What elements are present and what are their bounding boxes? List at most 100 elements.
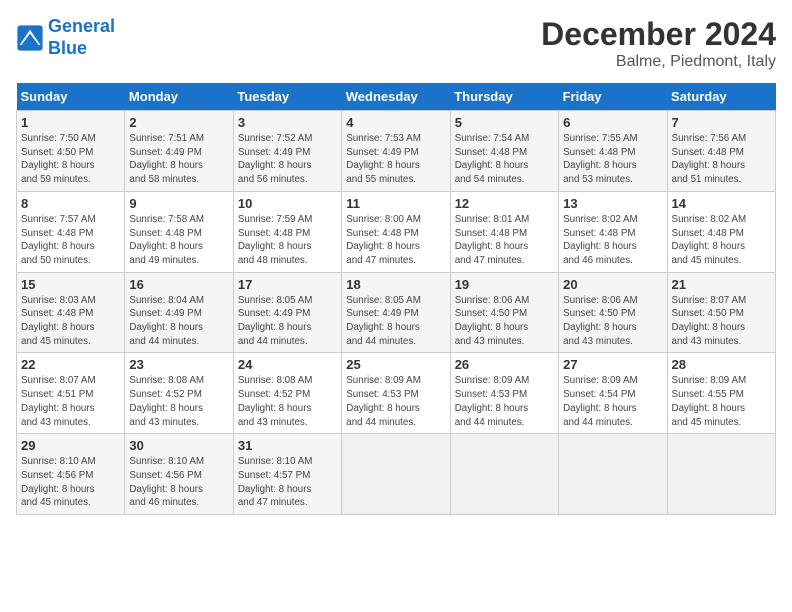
day-detail: Sunrise: 7:55 AMSunset: 4:48 PMDaylight:… [563,132,662,187]
calendar-week-row: 8 Sunrise: 7:57 AMSunset: 4:48 PMDaylight… [17,191,776,272]
calendar-cell: 23Sunrise: 8:08 AMSunset: 4:52 PMDayligh… [125,353,233,434]
calendar-cell: 30 Sunrise: 8:10 AMSunset: 4:56 PMDayligh… [125,434,233,515]
calendar-cell: 21 Sunrise: 8:07 AMSunset: 4:50 PMDayligh… [667,272,775,353]
day-number: 18 [346,277,445,292]
day-detail: Sunrise: 8:02 AMSunset: 4:48 PMDaylight:… [672,213,771,268]
calendar-cell: 7 Sunrise: 7:56 AMSunset: 4:48 PMDaylight… [667,111,775,192]
calendar-cell: 16 Sunrise: 8:04 AMSunset: 4:49 PMDayligh… [125,272,233,353]
weekday-header: Friday [559,83,667,111]
day-detail: Sunrise: 7:53 AMSunset: 4:49 PMDaylight:… [346,132,445,187]
day-number: 6 [563,115,662,130]
day-number: 27 [563,357,662,372]
day-detail: Sunrise: 8:08 AMSunset: 4:52 PMDaylight:… [238,374,337,429]
calendar-cell: 4 Sunrise: 7:53 AMSunset: 4:49 PMDaylight… [342,111,450,192]
weekday-header: Saturday [667,83,775,111]
calendar-cell: 17Sunrise: 8:05 AMSunset: 4:49 PMDayligh… [233,272,341,353]
calendar-table: SundayMondayTuesdayWednesdayThursdayFrid… [16,83,776,515]
day-detail: Sunrise: 8:10 AMSunset: 4:57 PMDaylight:… [238,455,337,510]
day-number: 14 [672,196,771,211]
logo: GeneralBlue [16,16,115,59]
day-detail: Sunrise: 8:01 AMSunset: 4:48 PMDaylight:… [455,213,554,268]
calendar-cell: 29 Sunrise: 8:10 AMSunset: 4:56 PMDayligh… [17,434,125,515]
title-block: December 2024 Balme, Piedmont, Italy [541,16,776,71]
calendar-cell: 2 Sunrise: 7:51 AMSunset: 4:49 PMDaylight… [125,111,233,192]
calendar-cell: 5Sunrise: 7:54 AMSunset: 4:48 PMDaylight… [450,111,558,192]
day-number: 15 [21,277,120,292]
logo-text: GeneralBlue [48,16,115,59]
weekday-header: Monday [125,83,233,111]
calendar-cell: 14 Sunrise: 8:02 AMSunset: 4:48 PMDayligh… [667,191,775,272]
day-number: 20 [563,277,662,292]
day-number: 1 [21,115,120,130]
logo-icon [16,24,44,52]
day-detail: Sunrise: 8:04 AMSunset: 4:49 PMDaylight:… [129,294,228,349]
page-subtitle: Balme, Piedmont, Italy [541,53,776,71]
calendar-week-row: 1 Sunrise: 7:50 AMSunset: 4:50 PMDaylight… [17,111,776,192]
day-detail: Sunrise: 8:02 AMSunset: 4:48 PMDaylight:… [563,213,662,268]
calendar-cell [667,434,775,515]
day-detail: Sunrise: 7:58 AMSunset: 4:48 PMDaylight:… [129,213,228,268]
day-detail: Sunrise: 8:06 AMSunset: 4:50 PMDaylight:… [563,294,662,349]
day-number: 3 [238,115,337,130]
calendar-cell: 3Sunrise: 7:52 AMSunset: 4:49 PMDaylight… [233,111,341,192]
day-number: 31 [238,438,337,453]
calendar-cell: 12 Sunrise: 8:01 AMSunset: 4:48 PMDayligh… [450,191,558,272]
calendar-cell: 15 Sunrise: 8:03 AMSunset: 4:48 PMDayligh… [17,272,125,353]
day-number: 25 [346,357,445,372]
day-detail: Sunrise: 8:09 AMSunset: 4:55 PMDaylight:… [672,374,771,429]
day-detail: Sunrise: 8:03 AMSunset: 4:48 PMDaylight:… [21,294,120,349]
calendar-cell: 10 Sunrise: 7:59 AMSunset: 4:48 PMDayligh… [233,191,341,272]
calendar-cell: 25 Sunrise: 8:09 AMSunset: 4:53 PMDayligh… [342,353,450,434]
page-title: December 2024 [541,16,776,53]
calendar-cell: 8 Sunrise: 7:57 AMSunset: 4:48 PMDaylight… [17,191,125,272]
day-number: 29 [21,438,120,453]
page-header: GeneralBlue December 2024 Balme, Piedmon… [16,16,776,71]
day-detail: Sunrise: 7:59 AMSunset: 4:48 PMDaylight:… [238,213,337,268]
calendar-body: 1 Sunrise: 7:50 AMSunset: 4:50 PMDaylight… [17,111,776,515]
calendar-cell: 1 Sunrise: 7:50 AMSunset: 4:50 PMDaylight… [17,111,125,192]
day-number: 16 [129,277,228,292]
day-detail: Sunrise: 8:00 AMSunset: 4:48 PMDaylight:… [346,213,445,268]
day-number: 11 [346,196,445,211]
calendar-cell: 19Sunrise: 8:06 AMSunset: 4:50 PMDayligh… [450,272,558,353]
day-detail: Sunrise: 7:54 AMSunset: 4:48 PMDaylight:… [455,132,554,187]
day-number: 13 [563,196,662,211]
day-number: 30 [129,438,228,453]
calendar-cell: 28Sunrise: 8:09 AMSunset: 4:55 PMDayligh… [667,353,775,434]
day-number: 23 [129,357,228,372]
calendar-cell: 26Sunrise: 8:09 AMSunset: 4:53 PMDayligh… [450,353,558,434]
calendar-cell: 31 Sunrise: 8:10 AMSunset: 4:57 PMDayligh… [233,434,341,515]
day-number: 10 [238,196,337,211]
day-detail: Sunrise: 8:07 AMSunset: 4:50 PMDaylight:… [672,294,771,349]
calendar-cell: 13 Sunrise: 8:02 AMSunset: 4:48 PMDayligh… [559,191,667,272]
day-number: 9 [129,196,228,211]
calendar-cell: 22Sunrise: 8:07 AMSunset: 4:51 PMDayligh… [17,353,125,434]
calendar-cell [559,434,667,515]
day-detail: Sunrise: 8:10 AMSunset: 4:56 PMDaylight:… [129,455,228,510]
calendar-cell: 24 Sunrise: 8:08 AMSunset: 4:52 PMDayligh… [233,353,341,434]
day-detail: Sunrise: 8:10 AMSunset: 4:56 PMDaylight:… [21,455,120,510]
day-number: 24 [238,357,337,372]
calendar-cell [342,434,450,515]
day-number: 12 [455,196,554,211]
day-detail: Sunrise: 8:09 AMSunset: 4:53 PMDaylight:… [346,374,445,429]
day-detail: Sunrise: 8:09 AMSunset: 4:54 PMDaylight:… [563,374,662,429]
day-detail: Sunrise: 7:50 AMSunset: 4:50 PMDaylight:… [21,132,120,187]
calendar-cell: 27 Sunrise: 8:09 AMSunset: 4:54 PMDayligh… [559,353,667,434]
calendar-cell [450,434,558,515]
day-detail: Sunrise: 7:57 AMSunset: 4:48 PMDaylight:… [21,213,120,268]
day-detail: Sunrise: 7:56 AMSunset: 4:48 PMDaylight:… [672,132,771,187]
day-number: 8 [21,196,120,211]
day-number: 2 [129,115,228,130]
day-number: 4 [346,115,445,130]
day-detail: Sunrise: 8:07 AMSunset: 4:51 PMDaylight:… [21,374,120,429]
calendar-week-row: 22Sunrise: 8:07 AMSunset: 4:51 PMDayligh… [17,353,776,434]
calendar-header-row: SundayMondayTuesdayWednesdayThursdayFrid… [17,83,776,111]
day-detail: Sunrise: 7:51 AMSunset: 4:49 PMDaylight:… [129,132,228,187]
calendar-week-row: 15 Sunrise: 8:03 AMSunset: 4:48 PMDayligh… [17,272,776,353]
day-number: 21 [672,277,771,292]
day-number: 19 [455,277,554,292]
calendar-cell: 6 Sunrise: 7:55 AMSunset: 4:48 PMDaylight… [559,111,667,192]
calendar-cell: 20 Sunrise: 8:06 AMSunset: 4:50 PMDayligh… [559,272,667,353]
day-number: 7 [672,115,771,130]
